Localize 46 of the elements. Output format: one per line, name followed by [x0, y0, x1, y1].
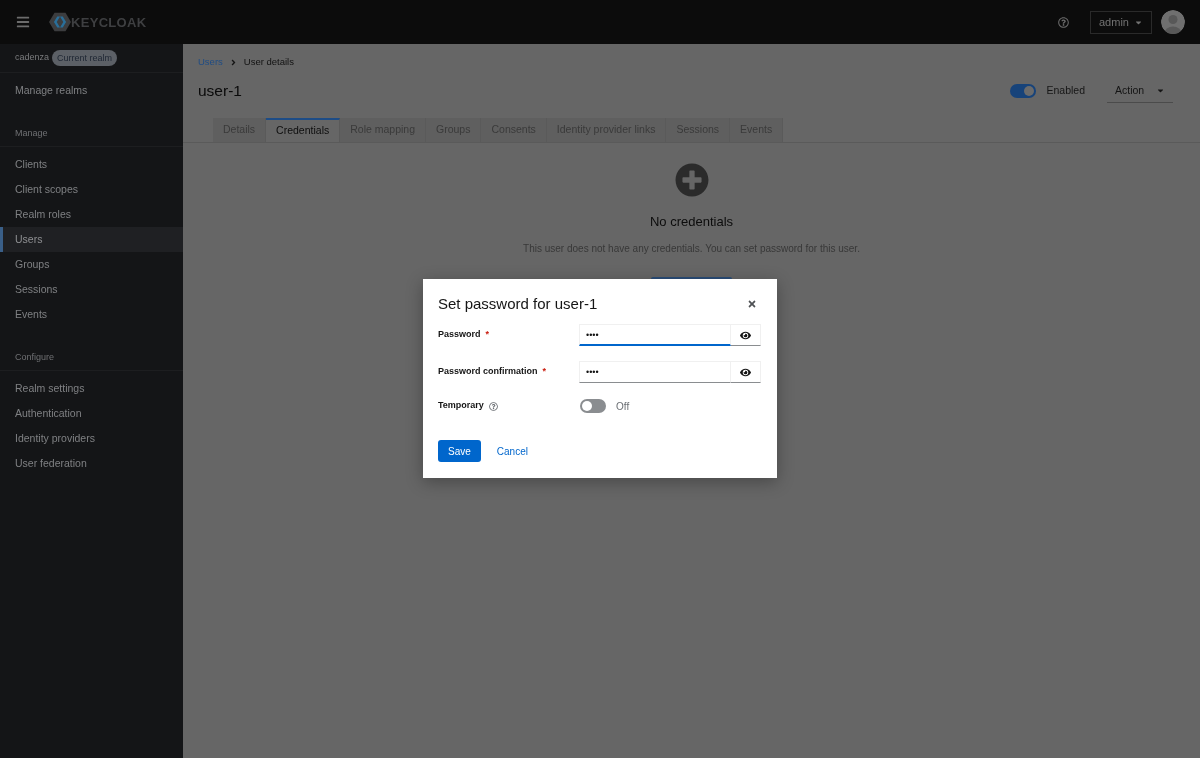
- enabled-label: Enabled: [1046, 83, 1085, 99]
- password-input[interactable]: ••••: [579, 324, 731, 346]
- sidebar-section-heading: Configure: [15, 351, 55, 365]
- sidebar-item[interactable]: Manage realms: [0, 78, 183, 103]
- sidebar-item[interactable]: Client scopes: [0, 177, 183, 202]
- help-icon[interactable]: [1058, 16, 1069, 28]
- password-input[interactable]: ••••: [579, 361, 731, 383]
- show-password-button[interactable]: [731, 361, 761, 383]
- field-label: Password confirmation: [438, 365, 538, 379]
- sidebar-item[interactable]: Realm roles: [0, 202, 183, 227]
- sidebar-item[interactable]: Events: [0, 302, 183, 327]
- sidebar-item[interactable]: User federation: [0, 451, 183, 476]
- show-password-button[interactable]: [731, 324, 761, 346]
- sidebar-item[interactable]: Sessions: [0, 277, 183, 302]
- field-label: Password: [438, 328, 481, 342]
- breadcrumb-current: User details: [243, 54, 294, 69]
- sidebar-item[interactable]: Authentication: [0, 401, 183, 426]
- sidebar-item[interactable]: Clients: [0, 152, 183, 177]
- eye-icon: [740, 329, 751, 341]
- help-icon[interactable]: [488, 401, 498, 411]
- logo-icon: [49, 12, 71, 32]
- enabled-switch[interactable]: [1010, 84, 1037, 98]
- eye-icon: [740, 366, 751, 378]
- temporary-switch[interactable]: [580, 399, 606, 413]
- required-mark: *: [542, 365, 547, 379]
- realm-name: cadenza: [15, 51, 50, 65]
- sidebar-item[interactable]: Identity providers: [0, 426, 183, 451]
- switch-state-label: Off: [616, 399, 630, 414]
- required-mark: *: [485, 328, 490, 342]
- sidebar-item[interactable]: Realm settings: [0, 376, 183, 401]
- sidebar-item[interactable]: Users: [0, 227, 183, 252]
- page-title: user-1: [198, 81, 242, 102]
- close-icon[interactable]: [747, 299, 757, 309]
- avatar-icon[interactable]: [1161, 10, 1185, 34]
- save-button[interactable]: Save: [438, 440, 481, 462]
- cancel-link[interactable]: Cancel: [486, 440, 538, 462]
- action-dropdown[interactable]: Action: [1107, 79, 1173, 103]
- user-menu-dropdown[interactable]: admin: [1090, 10, 1152, 34]
- caret-icon: [1156, 86, 1165, 95]
- empty-state-title: No credentials: [649, 213, 734, 231]
- tab[interactable]: Credentials: [266, 118, 341, 142]
- sidebar-item[interactable]: Groups: [0, 252, 183, 277]
- menu-icon[interactable]: [15, 14, 31, 30]
- dialog-title: Set password for user-1: [438, 294, 598, 314]
- field-label: Temporary: [438, 399, 484, 413]
- sidebar-section-heading: Manage: [15, 127, 48, 141]
